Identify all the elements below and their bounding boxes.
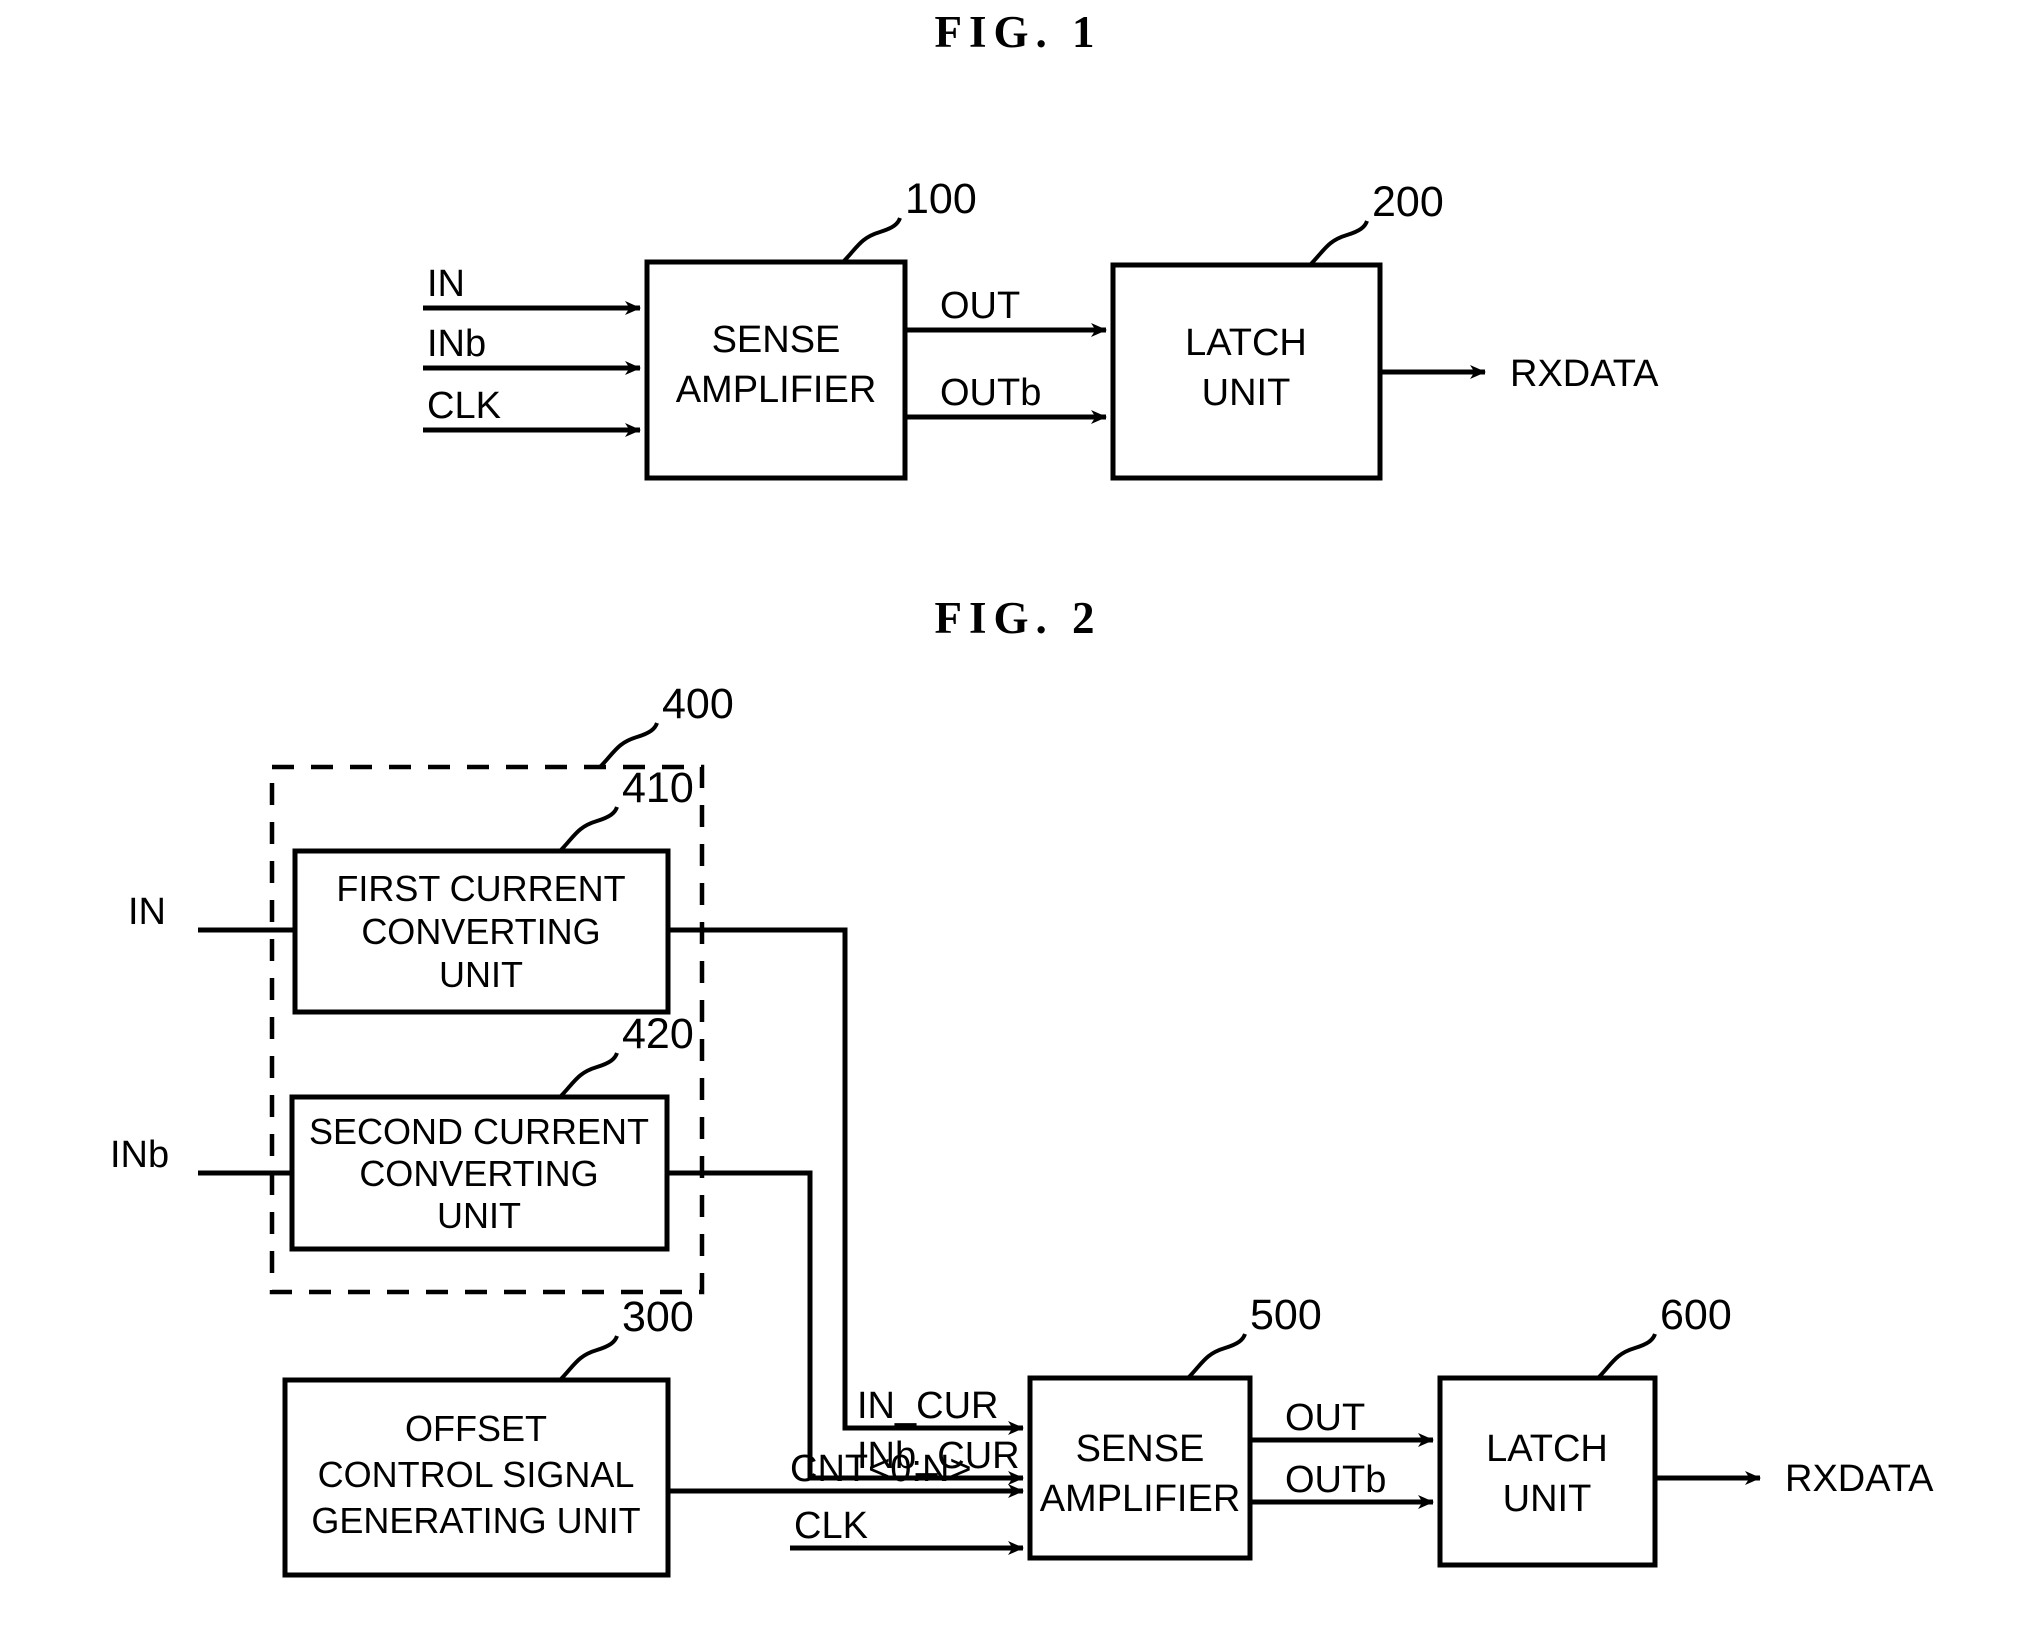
fig2-offset-unit-leader bbox=[558, 1335, 619, 1382]
fig2-first-unit-ref: 410 bbox=[622, 764, 694, 812]
fig2-sense-amplifier-leader bbox=[1186, 1333, 1247, 1380]
fig2-latch-unit-block bbox=[1437, 1375, 1658, 1568]
fig2-cnt-label: CNT<0:N> bbox=[790, 1448, 972, 1490]
fig1-in-label: IN bbox=[427, 263, 465, 305]
fig1-outb-label: OUTb bbox=[940, 372, 1041, 414]
fig1-sense-amplifier-ref: 100 bbox=[905, 175, 977, 223]
fig2-rxdata-label: RXDATA bbox=[1785, 1458, 1934, 1500]
fig1-latch-unit-label-line2: UNIT bbox=[1202, 372, 1291, 414]
fig2-offset-unit-label-line3: GENERATING UNIT bbox=[311, 1500, 640, 1541]
fig2-latch-unit-label-line2: UNIT bbox=[1503, 1478, 1592, 1520]
fig1-latch-unit-ref: 200 bbox=[1372, 178, 1444, 226]
fig2-first-unit-label-line2: CONVERTING bbox=[361, 911, 600, 952]
figure-2-diagram: 400 FIRST CURRENT CONVERTING UNIT 410 SE… bbox=[110, 680, 1934, 1578]
fig1-sense-amplifier-leader bbox=[841, 217, 902, 264]
fig1-inb-label: INb bbox=[427, 323, 486, 365]
fig2-group-leader bbox=[598, 722, 659, 769]
fig1-out-label: OUT bbox=[940, 285, 1020, 327]
figure-1-diagram: SENSE AMPLIFIER 100 LATCH UNIT 200 IN IN… bbox=[423, 175, 1659, 481]
fig2-second-unit-label-line1: SECOND CURRENT bbox=[309, 1111, 649, 1152]
fig1-latch-unit-leader bbox=[1308, 220, 1369, 267]
fig2-offset-unit-label-line1: OFFSET bbox=[405, 1408, 547, 1449]
fig2-first-unit-label-line3: UNIT bbox=[439, 954, 523, 995]
fig2-in-label: IN bbox=[128, 891, 166, 933]
fig2-first-unit-label-line1: FIRST CURRENT bbox=[336, 868, 625, 909]
fig2-inb-label: INb bbox=[110, 1134, 169, 1176]
fig2-sense-amplifier-ref: 500 bbox=[1250, 1291, 1322, 1339]
fig1-latch-unit-label-line1: LATCH bbox=[1185, 322, 1307, 364]
fig1-sense-amplifier-label-line2: AMPLIFIER bbox=[676, 369, 877, 411]
fig1-sense-amplifier-label-line1: SENSE bbox=[712, 319, 841, 361]
fig2-clk-label: CLK bbox=[794, 1505, 868, 1547]
fig2-outb-label: OUTb bbox=[1285, 1459, 1386, 1501]
fig2-in-cur-wire bbox=[668, 927, 1024, 1435]
fig2-in-cur-label: IN_CUR bbox=[857, 1385, 998, 1427]
fig2-latch-unit-ref: 600 bbox=[1660, 1291, 1732, 1339]
fig1-rxdata-label: RXDATA bbox=[1510, 353, 1659, 395]
fig2-second-unit-label-line3: UNIT bbox=[437, 1195, 521, 1236]
fig1-clk-label: CLK bbox=[427, 385, 501, 427]
fig2-first-unit-leader bbox=[558, 806, 619, 853]
fig2-offset-unit-ref: 300 bbox=[622, 1293, 694, 1341]
patent-drawing-sheet: FIG. 1 FIG. 2 SENSE AMPLIFIER 100 LATCH … bbox=[0, 0, 2036, 1638]
fig2-group-ref: 400 bbox=[662, 680, 734, 728]
fig2-latch-unit-leader bbox=[1596, 1333, 1657, 1380]
fig2-sense-amplifier-label-line2: AMPLIFIER bbox=[1040, 1478, 1241, 1520]
fig2-out-label: OUT bbox=[1285, 1397, 1365, 1439]
fig2-second-unit-leader bbox=[558, 1052, 619, 1099]
fig2-second-unit-label-line2: CONVERTING bbox=[359, 1153, 598, 1194]
fig2-sense-amplifier-label-line1: SENSE bbox=[1076, 1428, 1205, 1470]
fig2-latch-unit-label-line1: LATCH bbox=[1486, 1428, 1608, 1470]
fig2-second-unit-ref: 420 bbox=[622, 1010, 694, 1058]
fig2-offset-unit-label-line2: CONTROL SIGNAL bbox=[318, 1454, 635, 1495]
